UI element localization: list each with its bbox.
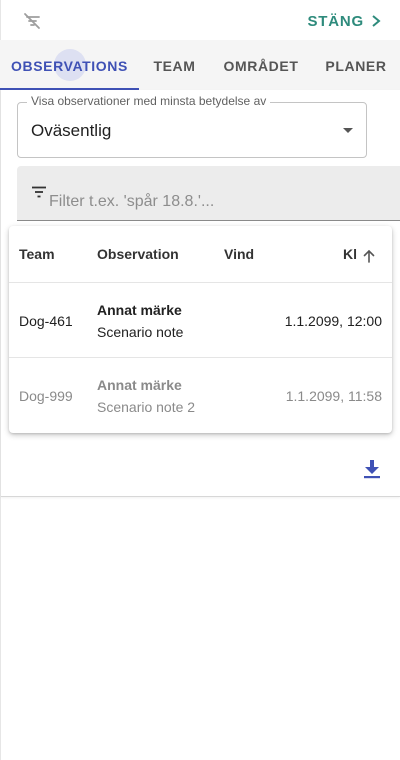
tab-bar: OBSERVATIONS TEAM OMRÅDET PLANER: [0, 40, 400, 90]
download-icon[interactable]: [363, 459, 381, 479]
column-header-observation[interactable]: Observation: [97, 246, 179, 262]
tab-observations[interactable]: OBSERVATIONS: [0, 40, 139, 90]
close-button[interactable]: STÄNG: [308, 11, 385, 31]
row-observation-title: Annat märke: [97, 377, 182, 393]
row-time: 1.1.2099, 11:58: [285, 388, 382, 404]
row-observation-note: Scenario note: [97, 324, 184, 340]
filter-off-icon[interactable]: [22, 11, 42, 31]
table-row[interactable]: Dog-999 Annat märke Scenario note 2 1.1.…: [9, 358, 392, 432]
tab-team[interactable]: TEAM: [139, 40, 210, 90]
filter-input[interactable]: [49, 190, 389, 214]
column-header-time[interactable]: Kl: [343, 246, 357, 262]
row-team: Dog-999: [19, 388, 73, 404]
chevron-right-icon: [372, 15, 381, 27]
close-label: STÄNG: [307, 12, 364, 30]
top-bar: STÄNG: [0, 0, 400, 40]
tab-omradet[interactable]: OMRÅDET: [210, 40, 312, 90]
row-observation-title: Annat märke: [97, 302, 182, 318]
row-time: 1.1.2099, 12:00: [284, 313, 382, 329]
severity-select-label: Visa observationer med minsta betydelse …: [27, 94, 271, 108]
severity-select-value: Oväsentlig: [31, 121, 112, 140]
dropdown-arrow-icon[interactable]: [343, 128, 353, 133]
arrow-up-icon[interactable]: [362, 249, 376, 263]
row-team: Dog-461: [19, 313, 73, 329]
tab-planer[interactable]: PLANER: [312, 40, 400, 90]
table-row[interactable]: Dog-461 Annat märke Scenario note 1.1.20…: [9, 283, 392, 357]
column-header-team[interactable]: Team: [19, 246, 55, 262]
column-header-wind[interactable]: Vind: [224, 246, 254, 262]
filter-list-icon: [32, 186, 46, 198]
row-observation-note: Scenario note 2: [97, 399, 196, 415]
